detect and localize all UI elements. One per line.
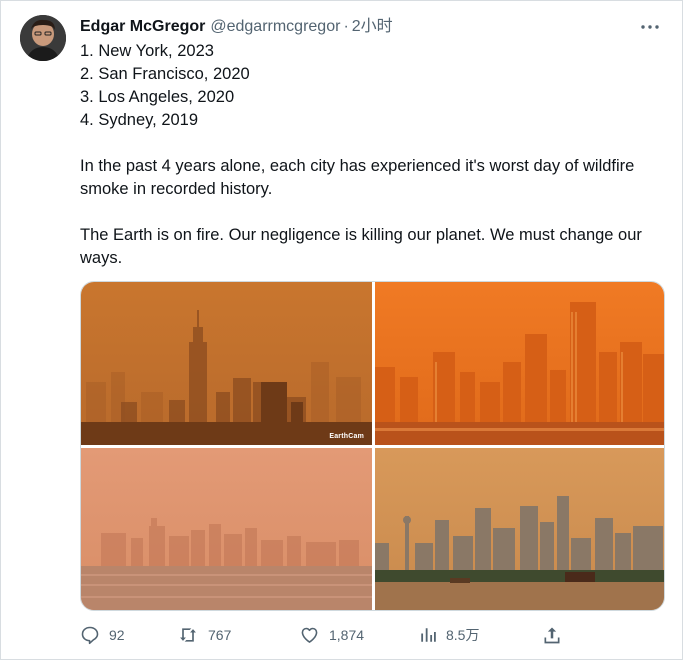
photo-san-francisco[interactable]: [375, 282, 664, 445]
views-button[interactable]: 8.5万: [419, 623, 479, 647]
like-count: 1,874: [329, 627, 365, 643]
display-name[interactable]: Edgar McGregor: [80, 17, 205, 37]
share-icon: [544, 627, 560, 644]
like-icon: [301, 627, 318, 643]
reply-count: 92: [109, 627, 125, 643]
list-item: 4. Sydney, 2019: [80, 111, 199, 129]
tweet-card: Edgar McGregor @edgarrmcgregor · 2小时 1. …: [0, 0, 683, 660]
retweet-button[interactable]: 767: [177, 623, 231, 647]
list-item: 1. New York, 2023: [80, 42, 214, 60]
like-button[interactable]: 1,874: [299, 623, 364, 647]
paragraph: The Earth is on fire. Our negligence is …: [80, 226, 642, 267]
photo-los-angeles[interactable]: [81, 448, 372, 610]
retweet-icon: [180, 628, 196, 642]
reply-button[interactable]: 92: [80, 623, 125, 647]
separator: ·: [343, 18, 349, 35]
media-grid: EarthCam: [80, 281, 665, 611]
more-icon[interactable]: [638, 15, 662, 39]
views-count: 8.5万: [446, 627, 480, 643]
paragraph: In the past 4 years alone, each city has…: [80, 157, 635, 198]
list-item: 2. San Francisco, 2020: [80, 65, 250, 83]
photo-new-york[interactable]: EarthCam: [81, 282, 372, 445]
user-handle[interactable]: @edgarrmcgregor: [210, 17, 340, 37]
share-button[interactable]: [542, 623, 571, 647]
avatar[interactable]: [20, 15, 66, 61]
views-icon: [421, 628, 436, 642]
reply-icon: [81, 626, 99, 645]
list-item: 3. Los Angeles, 2020: [80, 88, 235, 106]
timestamp[interactable]: 2小时: [352, 17, 393, 37]
watermark: EarthCam: [329, 433, 364, 440]
tweet-text: 1. New York, 2023 2. San Francisco, 2020…: [80, 40, 660, 270]
action-bar: 92 767 1,874 8.5万: [80, 623, 580, 647]
photo-sydney[interactable]: [375, 448, 664, 610]
tweet-header: Edgar McGregor @edgarrmcgregor · 2小时: [80, 17, 662, 37]
retweet-count: 767: [208, 627, 232, 643]
